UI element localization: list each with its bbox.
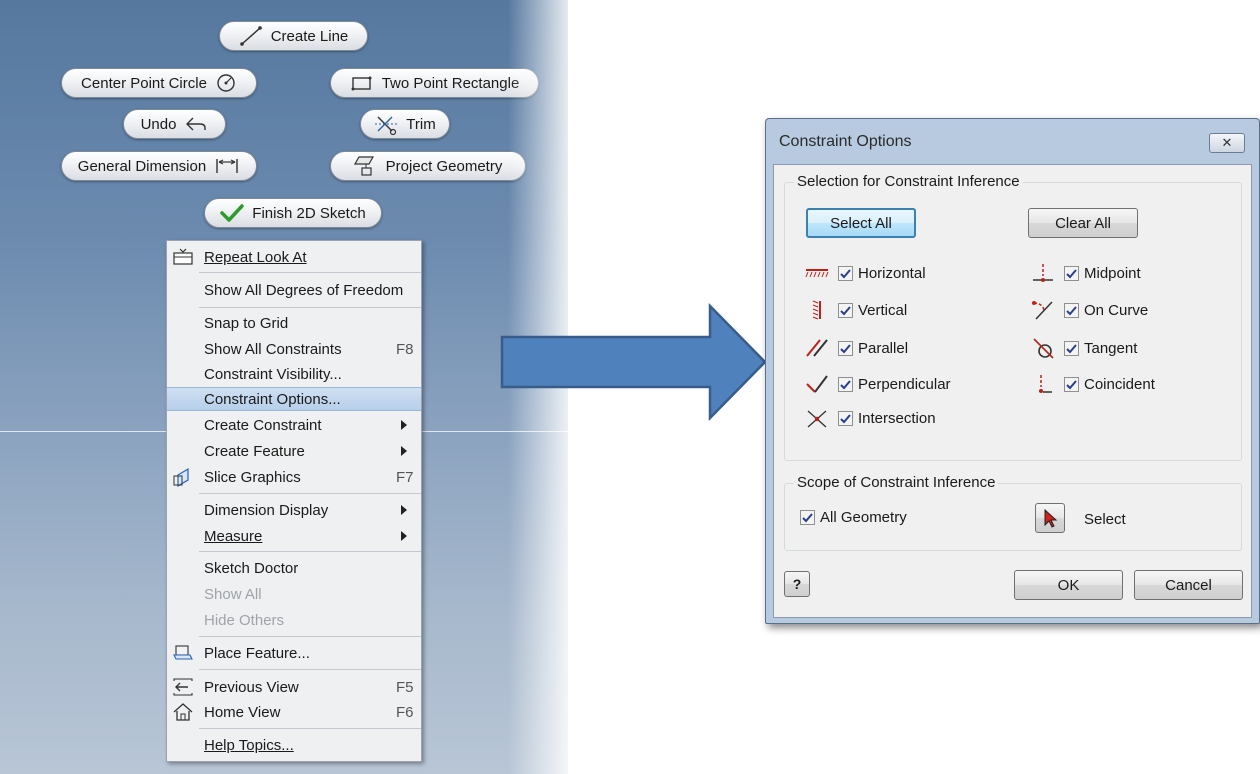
option-parallel: Parallel [804,337,908,359]
vertical-constraint-icon [804,299,830,321]
menu-item-place-feature[interactable]: Place Feature... [167,641,421,665]
on-curve-checkbox[interactable] [1064,302,1079,318]
menu-item-show-all-constraints[interactable]: Show All Constraints F8 [167,337,421,361]
menu-item-help-topics[interactable]: Help Topics... [167,733,421,757]
option-intersection: Intersection [804,407,936,429]
select-label: Select [1084,510,1126,528]
help-icon: ? [792,576,802,592]
submenu-arrow-icon [401,531,407,541]
menu-item-slice-graphics[interactable]: Slice Graphics F7 [167,465,421,489]
option-vertical: Vertical [804,299,907,321]
previous-view-icon [172,677,194,697]
slice-graphics-icon [172,467,194,488]
dialog-title: Constraint Options [779,133,912,150]
cursor-arrow-icon [1044,508,1058,528]
menu-item-home-view[interactable]: Home View F6 [167,700,421,724]
constraint-options-dialog: Constraint Options ✕ Selection for Const… [765,118,1260,624]
sketch-viewport[interactable]: Create Line Center Point Circle Two Poin… [0,0,568,774]
menu-item-constraint-visibility[interactable]: Constraint Visibility... [167,362,421,386]
dialog-client-area: Selection for Constraint Inference Selec… [773,164,1252,618]
create-line-button[interactable]: Create Line [219,21,368,51]
context-menu: Repeat Look At Show All Degrees of Freed… [166,240,422,762]
menu-item-sketch-doctor[interactable]: Sketch Doctor [167,556,421,580]
option-horizontal: Horizontal [804,262,926,284]
circle-icon [215,72,237,94]
menu-separator [199,307,421,308]
submenu-arrow-icon [401,420,407,430]
help-button[interactable]: ? [784,571,810,597]
tangent-constraint-icon [1030,337,1056,359]
select-geometry-button[interactable] [1035,503,1065,533]
scope-group-label: Scope of Constraint Inference [794,474,999,491]
horizontal-constraint-icon [804,262,830,284]
menu-item-repeat-look-at[interactable]: Repeat Look At [167,245,421,269]
midpoint-constraint-icon [1030,262,1056,284]
menu-item-create-constraint[interactable]: Create Constraint [167,413,421,437]
undo-button[interactable]: Undo [123,109,226,139]
close-button[interactable]: ✕ [1209,133,1245,153]
finish-2d-sketch-button[interactable]: Finish 2D Sketch [204,198,382,228]
general-dimension-button[interactable]: General Dimension [61,151,257,181]
ok-button[interactable]: OK [1014,570,1123,600]
menu-separator [199,272,421,273]
right-arrow-icon [500,303,767,421]
intersection-checkbox[interactable] [838,410,853,426]
rectangle-icon [350,74,374,92]
two-point-rectangle-button[interactable]: Two Point Rectangle [330,68,539,98]
scissors-icon [374,113,398,135]
tangent-checkbox[interactable] [1064,340,1079,356]
project-geometry-button[interactable]: Project Geometry [330,151,526,181]
checkmark-icon [220,203,245,223]
menu-item-constraint-options[interactable]: Constraint Options... [167,387,421,411]
submenu-arrow-icon [401,446,407,456]
menu-item-hide-others: Hide Others [204,611,285,629]
place-feature-icon [172,643,194,663]
option-tangent: Tangent [1030,337,1137,359]
undo-arrow-icon [184,115,208,133]
option-all-geometry: All Geometry [800,506,907,528]
midpoint-checkbox[interactable] [1064,265,1079,281]
option-on-curve: On Curve [1030,299,1148,321]
dialog-titlebar[interactable]: Constraint Options ✕ [766,119,1259,165]
option-midpoint: Midpoint [1030,262,1141,284]
horizontal-checkbox[interactable] [838,265,853,281]
vertical-checkbox[interactable] [838,302,853,318]
menu-separator [199,493,421,494]
center-point-circle-button[interactable]: Center Point Circle [61,68,257,98]
menu-separator [199,669,421,670]
menu-separator [199,728,421,729]
look-at-icon [172,247,194,267]
dimension-icon [214,156,240,176]
menu-item-show-all-dof[interactable]: Show All Degrees of Freedom [167,278,421,302]
line-icon [239,25,263,47]
project-geometry-icon [353,154,378,178]
on-curve-constraint-icon [1030,299,1056,321]
select-all-button[interactable]: Select All [806,208,916,238]
submenu-arrow-icon [401,505,407,515]
menu-separator [199,551,421,552]
menu-item-create-feature[interactable]: Create Feature [167,439,421,463]
menu-item-snap-to-grid[interactable]: Snap to Grid [167,311,421,335]
menu-item-dimension-display[interactable]: Dimension Display [167,498,421,522]
perpendicular-constraint-icon [804,373,830,395]
parallel-checkbox[interactable] [838,340,853,356]
menu-item-measure[interactable]: Measure [167,524,421,548]
clear-all-button[interactable]: Clear All [1028,208,1138,238]
intersection-constraint-icon [804,407,830,429]
coincident-checkbox[interactable] [1064,376,1079,392]
selection-group-label: Selection for Constraint Inference [794,173,1023,190]
home-icon [172,702,194,722]
close-icon: ✕ [1221,135,1233,150]
cancel-button[interactable]: Cancel [1134,570,1243,600]
menu-item-show-all: Show All [204,585,262,603]
coincident-constraint-icon [1030,373,1056,395]
trim-button[interactable]: Trim [360,109,450,139]
all-geometry-checkbox[interactable] [800,509,815,525]
menu-separator [199,636,421,637]
parallel-constraint-icon [804,337,830,359]
menu-item-previous-view[interactable]: Previous View F5 [167,675,421,699]
option-coincident: Coincident [1030,373,1155,395]
option-perpendicular: Perpendicular [804,373,951,395]
perpendicular-checkbox[interactable] [838,376,853,392]
